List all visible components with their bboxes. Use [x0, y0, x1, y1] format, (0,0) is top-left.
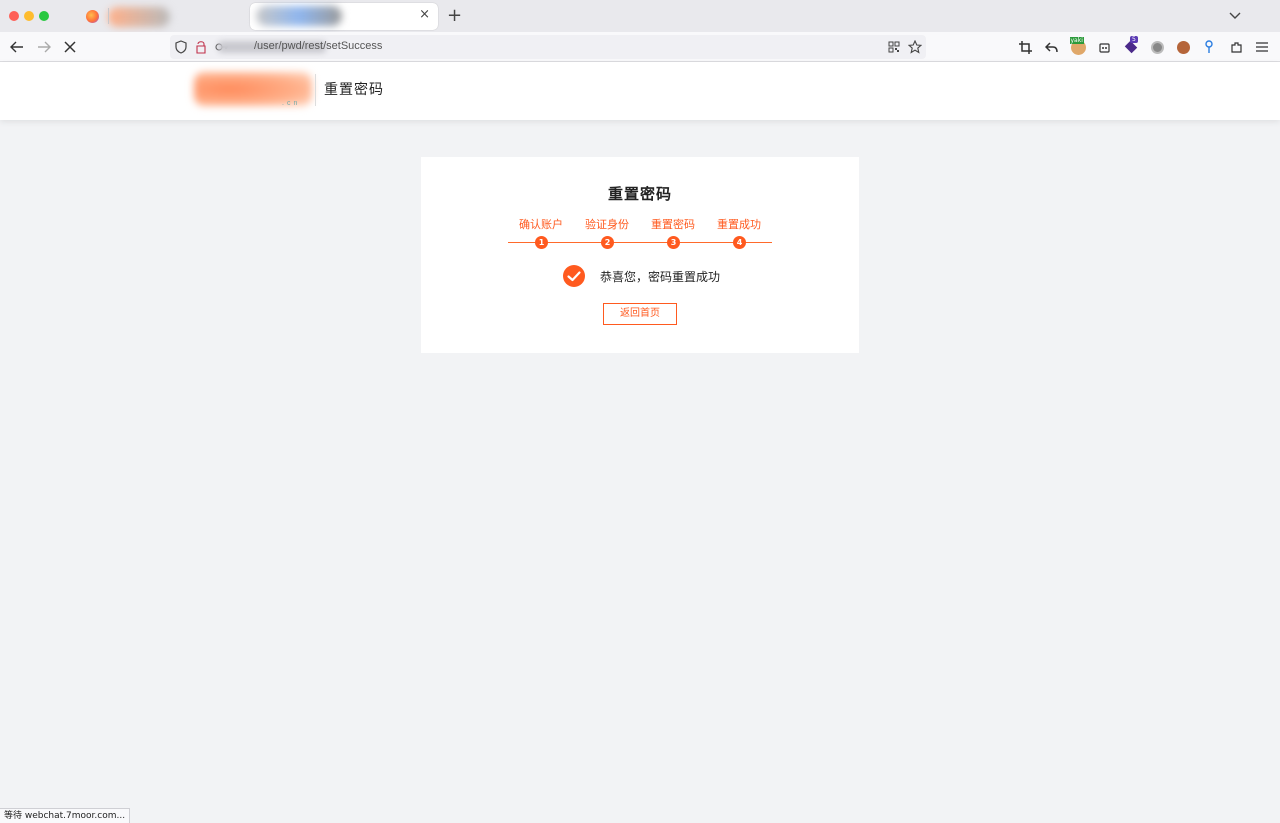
- stop-loading-icon[interactable]: [62, 39, 78, 55]
- puzzle-extensions-icon[interactable]: [1228, 39, 1244, 55]
- robot-extension-icon[interactable]: [1096, 39, 1112, 55]
- undo-icon[interactable]: [1043, 39, 1059, 55]
- tab-title-blurred: [108, 7, 170, 27]
- navigation-bar: /user/pwd/rest/setSuccess yaki 5: [0, 32, 1280, 62]
- header-title: 重置密码: [324, 82, 384, 98]
- forward-arrow-icon[interactable]: [36, 39, 52, 55]
- reset-password-card: 重置密码 确认账户 验证身份 重置密码 重置成功 1 2 3 4 恭喜您，密码重…: [421, 157, 859, 353]
- site-header: .cn 重置密码: [0, 62, 1280, 120]
- status-bar: 等待 webchat.7moor.com...: [0, 808, 131, 823]
- crop-icon[interactable]: [1017, 39, 1033, 55]
- globe-extension-icon[interactable]: [1149, 39, 1165, 55]
- url-path: /user/pwd/rest/setSuccess: [254, 40, 383, 52]
- step-label-reset-success: 重置成功: [717, 218, 761, 231]
- qr-code-icon[interactable]: [888, 41, 900, 53]
- pin-extension-icon[interactable]: [1201, 39, 1217, 55]
- success-message: 恭喜您，密码重置成功: [600, 270, 721, 284]
- tab-active[interactable]: ×: [250, 3, 438, 30]
- step-dot-3: 3: [667, 236, 680, 249]
- window-zoom-button[interactable]: [39, 11, 49, 21]
- tab-inactive[interactable]: [80, 4, 250, 30]
- shield-icon[interactable]: [175, 40, 187, 54]
- logo-suffix: .cn: [282, 100, 301, 107]
- stack-extension-icon[interactable]: 5: [1123, 36, 1139, 55]
- tab-separator: [108, 8, 109, 24]
- step-dot-4: 4: [733, 236, 746, 249]
- step-dot-1: 1: [535, 236, 548, 249]
- tab-title-blurred: [256, 6, 342, 26]
- card-title: 重置密码: [607, 185, 672, 203]
- new-tab-button[interactable]: +: [447, 5, 462, 26]
- extension-count-badge: 5: [1130, 36, 1138, 43]
- yaki-extension-icon[interactable]: yaki: [1069, 36, 1086, 55]
- tab-bar: × +: [0, 0, 1280, 32]
- step-label-reset-password: 重置密码: [651, 218, 695, 231]
- back-arrow-icon[interactable]: [9, 39, 25, 55]
- chevron-down-icon[interactable]: [1228, 8, 1242, 22]
- step-dot-2: 2: [601, 236, 614, 249]
- header-divider: [315, 74, 316, 106]
- return-home-button[interactable]: 返回首页: [603, 303, 677, 325]
- success-check-icon: [563, 265, 585, 287]
- step-label-confirm-account: 确认账户: [519, 218, 563, 231]
- window-minimize-button[interactable]: [24, 11, 34, 21]
- hamburger-menu-icon[interactable]: [1254, 39, 1270, 55]
- tab-close-icon[interactable]: ×: [419, 7, 430, 22]
- window-close-button[interactable]: [9, 11, 19, 21]
- url-bar[interactable]: /user/pwd/rest/setSuccess: [170, 35, 926, 59]
- yaki-badge: yaki: [1069, 36, 1084, 44]
- cookie-extension-icon[interactable]: [1175, 39, 1191, 55]
- tracking-icon[interactable]: [195, 40, 207, 54]
- bookmark-star-icon[interactable]: [908, 40, 922, 54]
- step-label-verify-identity: 验证身份: [585, 218, 629, 231]
- firefox-icon: [86, 10, 99, 23]
